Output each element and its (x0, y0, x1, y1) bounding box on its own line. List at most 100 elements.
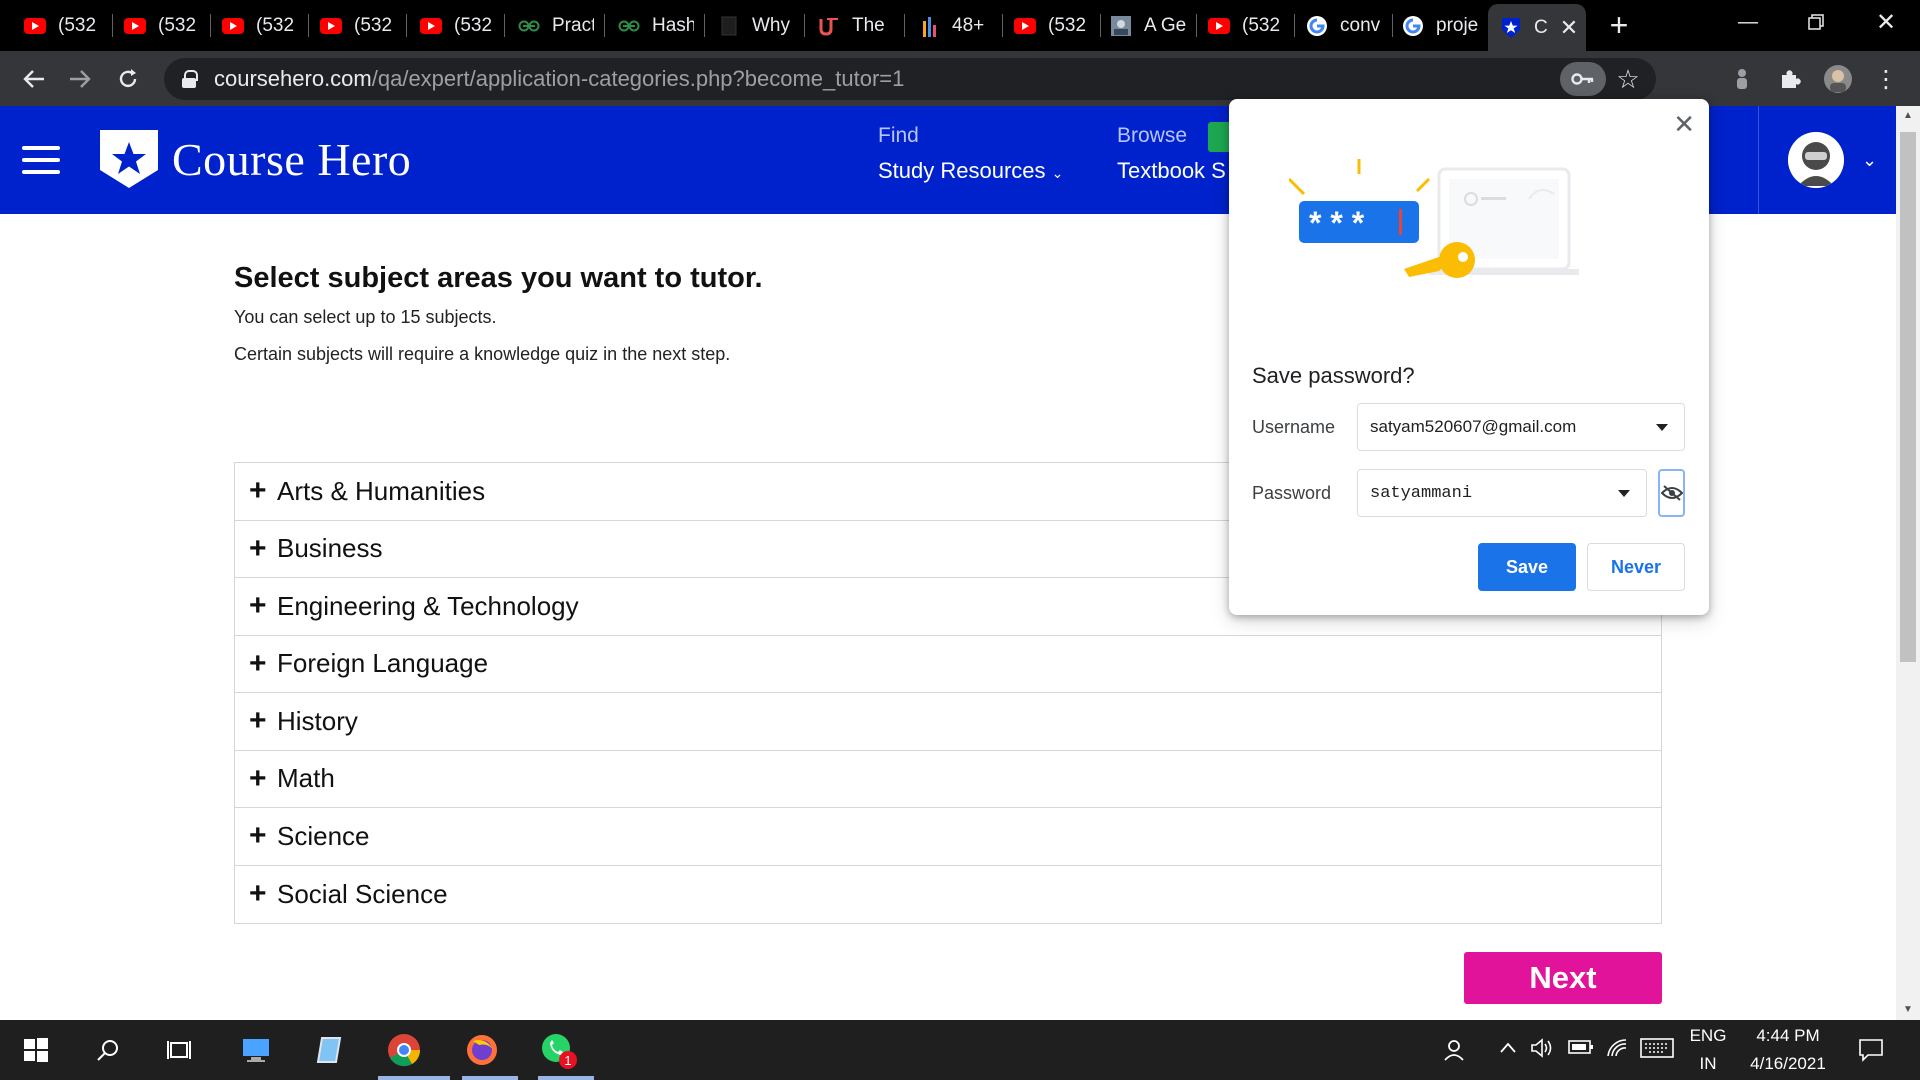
subject-row-foreign-language[interactable]: + Foreign Language (235, 636, 1661, 693)
key-icon[interactable] (1560, 62, 1606, 96)
subject-limit-text: You can select up to 15 subjects. (234, 307, 497, 327)
forward-button[interactable] (58, 57, 102, 101)
chevron-up-icon[interactable] (1498, 1038, 1518, 1064)
youtube-icon (320, 15, 342, 37)
image-icon (1110, 15, 1132, 37)
username-select[interactable]: satyam520607@gmail.com (1357, 403, 1685, 451)
save-password-button[interactable]: Save (1478, 543, 1576, 591)
volume-icon[interactable] (1530, 1038, 1554, 1064)
next-button[interactable]: Next (1464, 952, 1662, 1004)
close-icon[interactable]: ✕ (1673, 109, 1695, 140)
address-bar[interactable]: coursehero.com/qa/expert/application-cat… (164, 58, 1656, 100)
browser-tab[interactable]: Why (718, 0, 794, 51)
coursehero-icon (1500, 17, 1522, 39)
geeksforgeeks-icon (518, 15, 540, 37)
quiz-notice-text: Certain subjects will require a knowledg… (234, 344, 731, 364)
upgrade-button[interactable] (1208, 122, 1230, 152)
keyboard-icon[interactable] (1640, 1038, 1674, 1064)
close-window-icon[interactable]: ✕ (1856, 0, 1916, 44)
browser-tab[interactable]: (532 (24, 0, 98, 51)
svg-text:1: 1 (564, 1053, 571, 1068)
task-view-icon[interactable] (154, 1028, 206, 1072)
browser-tab-active[interactable]: C ✕ (1488, 4, 1586, 51)
eye-hidden-icon[interactable] (1658, 469, 1685, 517)
profile-avatar[interactable] (1816, 57, 1860, 101)
subject-row-math[interactable]: + Math (235, 751, 1661, 808)
computer-icon[interactable] (230, 1028, 282, 1072)
wifi-icon[interactable] (1606, 1038, 1628, 1064)
save-password-dialog: ✕ * * * Save password? Username satyam52… (1229, 99, 1709, 615)
chrome-icon[interactable] (378, 1028, 450, 1080)
youtube-icon (24, 15, 46, 37)
user-avatar[interactable] (1788, 132, 1844, 188)
scroll-up-arrow-icon[interactable]: ▲ (1896, 106, 1920, 126)
plus-icon: + (249, 819, 267, 853)
dropdown-arrow-icon (1656, 424, 1668, 431)
browser-tab[interactable]: A Ge (1110, 0, 1186, 51)
search-icon[interactable] (82, 1028, 134, 1072)
whatsapp-icon[interactable]: 1 (532, 1028, 594, 1080)
new-tab-button[interactable]: + (1604, 8, 1634, 42)
subject-row-social-science[interactable]: + Social Science (235, 866, 1661, 924)
bookmark-star-icon[interactable]: ☆ (1608, 58, 1648, 100)
subject-row-history[interactable]: + History (235, 693, 1661, 751)
windows-start-icon[interactable] (10, 1028, 62, 1072)
windows-taskbar: 1 ENG IN 4:44 PM 4/16/2021 (0, 1020, 1920, 1080)
hamburger-menu-icon[interactable] (22, 146, 60, 174)
subject-row-science[interactable]: + Science (235, 808, 1661, 866)
browser-tab[interactable]: (532 (124, 0, 198, 51)
battery-icon[interactable] (1568, 1038, 1594, 1061)
never-button[interactable]: Never (1587, 543, 1685, 591)
notification-icon[interactable] (1858, 1038, 1884, 1068)
page-icon (718, 15, 740, 37)
geeksforgeeks-icon (618, 15, 640, 37)
svg-text:* * *: * * * (1309, 205, 1365, 241)
username-label: Username (1252, 417, 1336, 437)
browser-tab[interactable]: conv (1306, 0, 1382, 51)
browser-tab[interactable]: (532 (320, 0, 394, 51)
page-scrollbar[interactable]: ▲ ▼ (1896, 106, 1920, 1020)
reload-button[interactable] (106, 57, 150, 101)
people-icon[interactable] (1442, 1038, 1466, 1068)
firefox-icon[interactable] (456, 1028, 518, 1080)
notepad-icon[interactable] (304, 1028, 356, 1072)
scroll-down-arrow-icon[interactable]: ▼ (1896, 1000, 1920, 1020)
browser-tab[interactable]: (532 (222, 0, 296, 51)
browser-tab[interactable]: 48+ (918, 0, 994, 51)
browser-tab[interactable]: Hash (618, 0, 694, 51)
browser-tab[interactable]: Pract (518, 0, 594, 51)
clock[interactable]: 4:44 PM 4/16/2021 (1738, 1026, 1838, 1074)
chevron-down-icon[interactable]: ⌄ (1862, 150, 1877, 171)
plus-icon: + (249, 474, 267, 508)
restore-icon[interactable] (1786, 0, 1846, 44)
browser-tab[interactable]: The (818, 0, 894, 51)
browser-tab[interactable]: (532 (420, 0, 494, 51)
youtube-icon (124, 15, 146, 37)
youtube-icon (1208, 15, 1230, 37)
language-indicator[interactable]: ENG IN (1688, 1026, 1728, 1074)
menu-kebab-icon[interactable]: ⋮ (1864, 57, 1908, 101)
minimize-icon[interactable]: — (1718, 0, 1778, 44)
course-hero-logo[interactable]: Course Hero (98, 128, 411, 190)
youtube-icon (222, 15, 244, 37)
chart-icon (918, 15, 940, 37)
close-tab-icon[interactable]: ✕ (1560, 15, 1578, 41)
extension-icon[interactable] (1720, 57, 1764, 101)
puzzle-icon[interactable] (1768, 57, 1812, 101)
browser-toolbar: coursehero.com/qa/expert/application-cat… (0, 51, 1920, 106)
browser-tab[interactable]: (532 (1208, 0, 1284, 51)
browser-tab[interactable]: proje (1402, 0, 1478, 51)
url-text: coursehero.com/qa/expert/application-cat… (214, 66, 905, 91)
plus-icon: + (249, 877, 267, 911)
plus-icon: + (249, 704, 267, 738)
back-button[interactable] (12, 57, 56, 101)
password-illustration: * * * (1289, 159, 1579, 278)
browser-tab-strip: (532 (532 (532 (532 (532 Pract Hash Why … (0, 0, 1920, 51)
browser-tab[interactable]: (532 (1014, 0, 1090, 51)
chevron-down-icon: ⌄ (1051, 165, 1064, 181)
password-select[interactable]: satyammani (1357, 469, 1647, 517)
plus-icon: + (249, 646, 267, 680)
scroll-thumb[interactable] (1900, 132, 1916, 662)
youtube-icon (1014, 15, 1036, 37)
nav-study-resources[interactable]: Find Study Resources ⌄ (878, 124, 1063, 184)
